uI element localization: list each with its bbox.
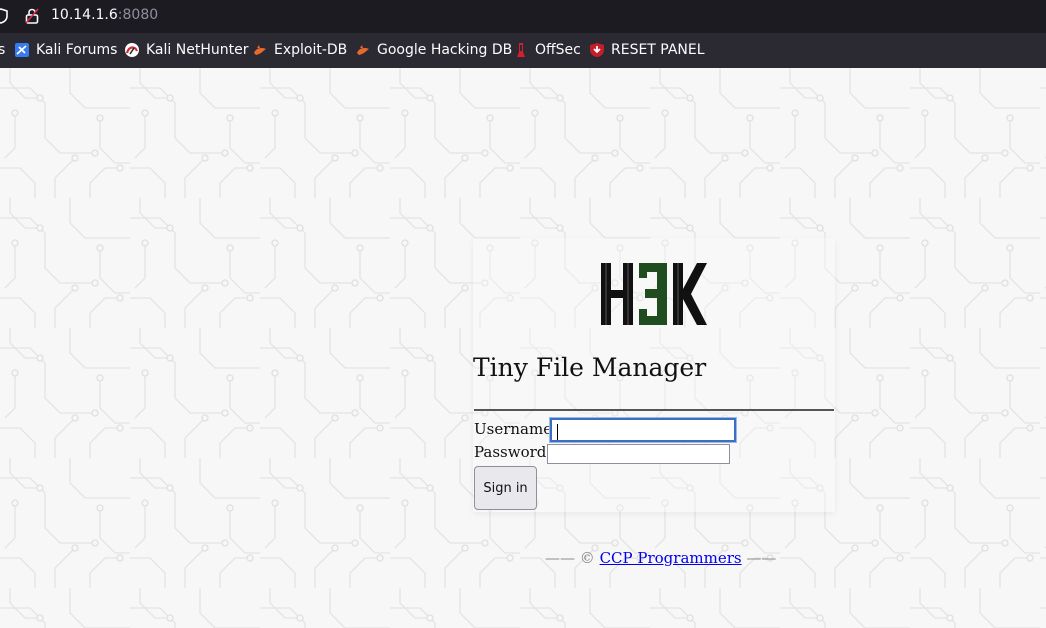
bookmarks-toolbar: s Kali Forums Kali NetHunter Exploit-DB … (0, 33, 1046, 69)
ccp-programmers-link[interactable]: CCP Programmers (600, 549, 742, 567)
footer-prefix: —— © (545, 549, 595, 567)
kali-forums-icon (15, 43, 29, 57)
kali-nethunter-icon (125, 43, 139, 57)
password-input[interactable] (547, 444, 730, 464)
page-content: Tiny File Manager Username Password Sign… (0, 68, 1046, 628)
username-input[interactable] (549, 417, 737, 443)
bookmark-label: Kali Forums (36, 42, 118, 58)
text-cursor (557, 424, 558, 440)
bookmark-reset-panel[interactable]: RESET PANEL (589, 42, 705, 58)
reset-panel-icon (590, 43, 604, 57)
exploit-db-icon (254, 45, 266, 55)
footer-suffix: —— (746, 549, 777, 567)
browser-url-bar[interactable]: 10.14.1.6:8080 (0, 0, 1046, 33)
bookmark-label: Exploit-DB (274, 42, 348, 58)
page-title: Tiny File Manager (473, 353, 707, 382)
tracking-protection-shield-icon[interactable] (0, 8, 8, 24)
bookmark-kali-forums[interactable]: Kali Forums (14, 42, 117, 58)
bookmark-truncated-label[interactable]: s (0, 42, 5, 58)
offsec-icon (517, 43, 525, 57)
bookmark-label: RESET PANEL (611, 42, 705, 58)
sign-in-button[interactable]: Sign in (474, 466, 537, 510)
url-host: 10.14.1.6 (51, 7, 118, 23)
bookmark-offsec[interactable]: OffSec (513, 42, 581, 58)
password-label: Password (474, 443, 547, 461)
username-label: Username (474, 420, 553, 438)
bookmark-exploit-db[interactable]: Exploit-DB (252, 42, 347, 58)
bookmark-label: OffSec (535, 42, 581, 58)
bookmark-label: Kali NetHunter (146, 42, 249, 58)
ghdb-icon (357, 45, 369, 55)
bookmark-kali-nethunter[interactable]: Kali NetHunter (124, 42, 248, 58)
title-divider (474, 409, 834, 411)
footer: —— © CCP Programmers —— (545, 549, 776, 567)
h3k-logo (601, 263, 707, 325)
url-port: :8080 (117, 7, 159, 23)
bookmark-label: Google Hacking DB (377, 42, 513, 58)
insecure-lock-icon[interactable] (25, 8, 39, 24)
bookmark-google-hacking-db[interactable]: Google Hacking DB (355, 42, 512, 58)
url-text[interactable]: 10.14.1.6:8080 (51, 7, 158, 23)
